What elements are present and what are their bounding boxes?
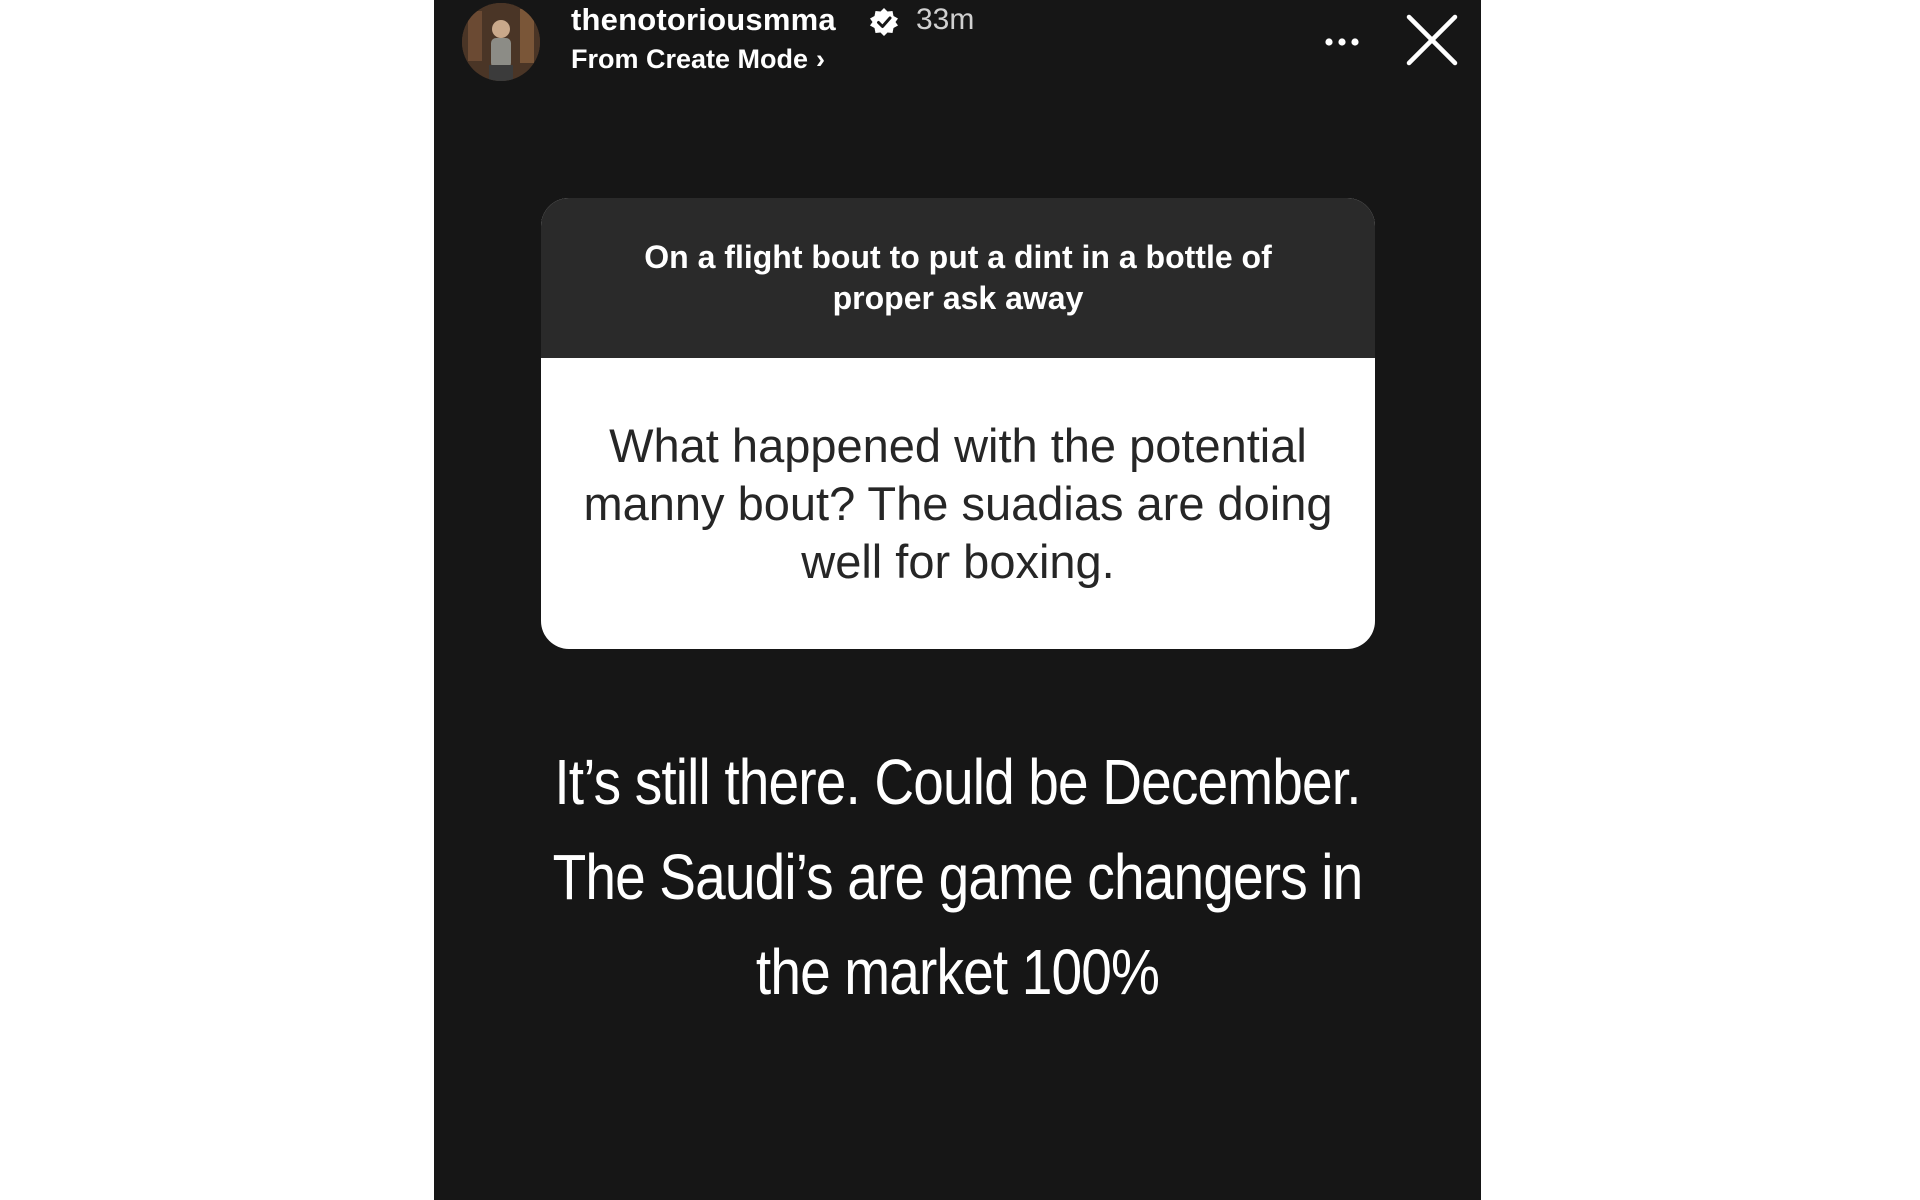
more-options-icon[interactable] xyxy=(1314,22,1370,62)
question-sticker-header: On a flight bout to put a dint in a bott… xyxy=(541,198,1375,358)
story-viewer: thenotoriousmma 33m From Create Mode › On… xyxy=(434,0,1481,1200)
submitted-question: What happened with the potential manny b… xyxy=(583,418,1333,588)
profile-avatar[interactable] xyxy=(462,3,540,81)
story-header: thenotoriousmma 33m From Create Mode › xyxy=(434,0,1481,90)
question-sticker-body: What happened with the potential manny b… xyxy=(541,358,1375,649)
chevron-right-icon: › xyxy=(816,44,826,74)
question-prompt: On a flight bout to put a dint in a bott… xyxy=(644,239,1272,316)
avatar-photo-icon xyxy=(462,3,540,81)
verified-badge-icon xyxy=(870,8,898,36)
question-sticker: On a flight bout to put a dint in a bott… xyxy=(541,198,1375,649)
create-mode-label: From Create Mode xyxy=(571,44,809,74)
close-icon[interactable] xyxy=(1404,12,1460,68)
answer-text: It’s still there. Could be December. The… xyxy=(552,746,1364,1008)
post-timestamp: 33m xyxy=(916,3,975,36)
username[interactable]: thenotoriousmma xyxy=(571,2,836,38)
create-mode-link[interactable]: From Create Mode › xyxy=(571,44,825,75)
